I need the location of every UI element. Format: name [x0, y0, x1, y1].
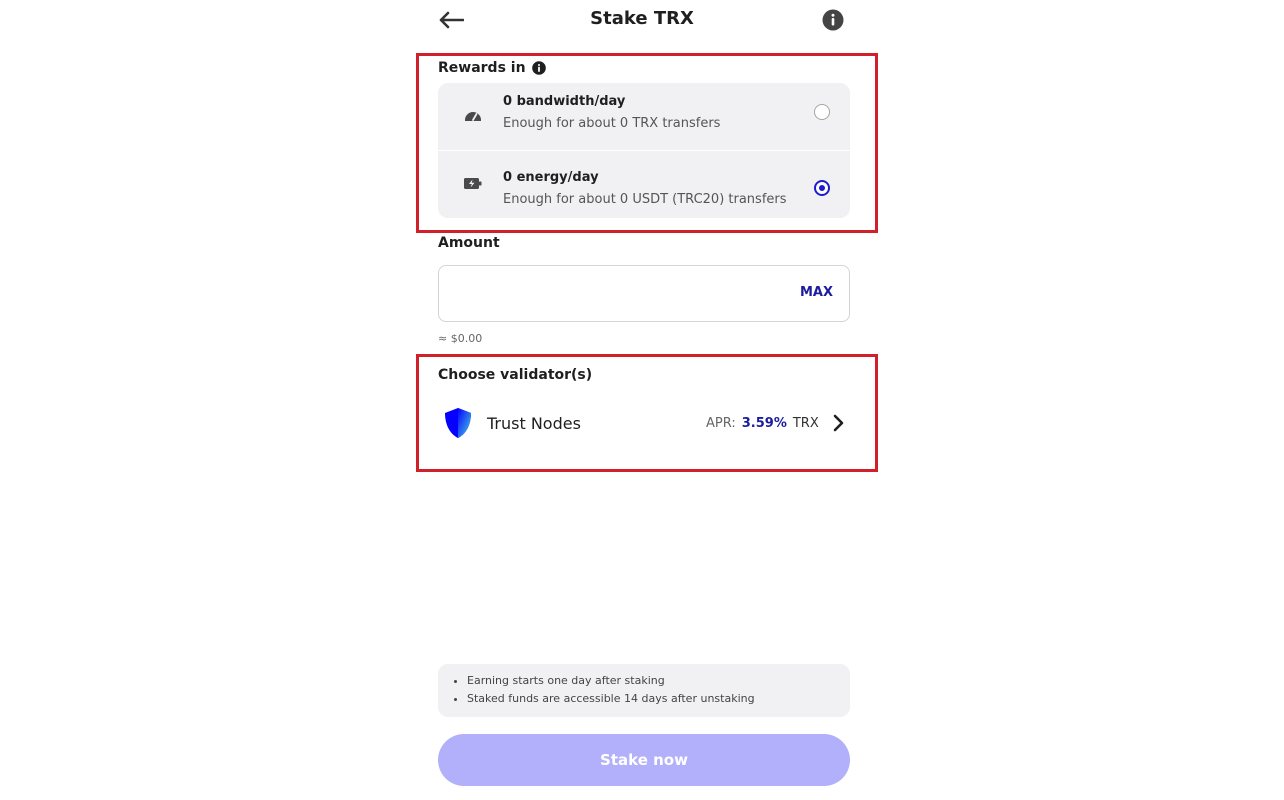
energy-subtitle: Enough for about 0 USDT (TRC20) transfer…: [503, 192, 787, 207]
chevron-right-icon: [833, 414, 844, 432]
rewards-option-energy[interactable]: 0 energy/day Enough for about 0 USDT (TR…: [438, 151, 850, 218]
rewards-options: 0 bandwidth/day Enough for about 0 TRX t…: [438, 83, 850, 218]
amount-label: Amount: [438, 235, 500, 251]
note-item: Earning starts one day after staking: [467, 672, 850, 690]
apr-value: 3.59%: [741, 416, 787, 431]
rewards-label: Rewards in: [438, 60, 526, 76]
stake-now-button[interactable]: Stake now: [438, 734, 850, 786]
validator-apr: APR: 3.59% TRX: [706, 416, 819, 431]
rewards-info-icon[interactable]: [531, 61, 546, 75]
amount-field[interactable]: MAX: [438, 265, 850, 322]
max-button[interactable]: MAX: [800, 285, 833, 300]
rewards-label-row: Rewards in: [438, 60, 546, 76]
apr-unit: TRX: [792, 416, 819, 431]
bandwidth-radio[interactable]: [814, 104, 830, 120]
staking-notes: Earning starts one day after staking Sta…: [438, 664, 850, 717]
validator-label: Choose validator(s): [438, 367, 593, 383]
fiat-value: ≈ $0.00: [438, 332, 483, 345]
energy-title: 0 energy/day: [503, 170, 599, 185]
battery-charging-icon: [464, 178, 482, 189]
validator-row-trust-nodes[interactable]: Trust Nodes APR: 3.59% TRX: [438, 400, 850, 446]
page-title: Stake TRX: [590, 8, 694, 29]
bandwidth-subtitle: Enough for about 0 TRX transfers: [503, 116, 721, 131]
notes-list: Earning starts one day after staking Sta…: [467, 672, 850, 708]
speedometer-icon: [465, 112, 481, 121]
trust-shield-icon: [445, 408, 471, 438]
radio-selected-dot: [819, 185, 825, 191]
info-icon: [822, 9, 844, 31]
bandwidth-title: 0 bandwidth/day: [503, 94, 626, 109]
note-item: Staked funds are accessible 14 days afte…: [467, 690, 850, 708]
info-button[interactable]: [822, 9, 844, 31]
energy-radio[interactable]: [814, 180, 830, 196]
validator-name: Trust Nodes: [487, 414, 581, 433]
apr-label: APR:: [706, 416, 736, 431]
rewards-option-bandwidth[interactable]: 0 bandwidth/day Enough for about 0 TRX t…: [438, 83, 850, 150]
stake-trx-screen: Stake TRX Rewards in 0 bandwidth/day Eno…: [0, 0, 1284, 800]
amount-input[interactable]: [453, 280, 783, 308]
